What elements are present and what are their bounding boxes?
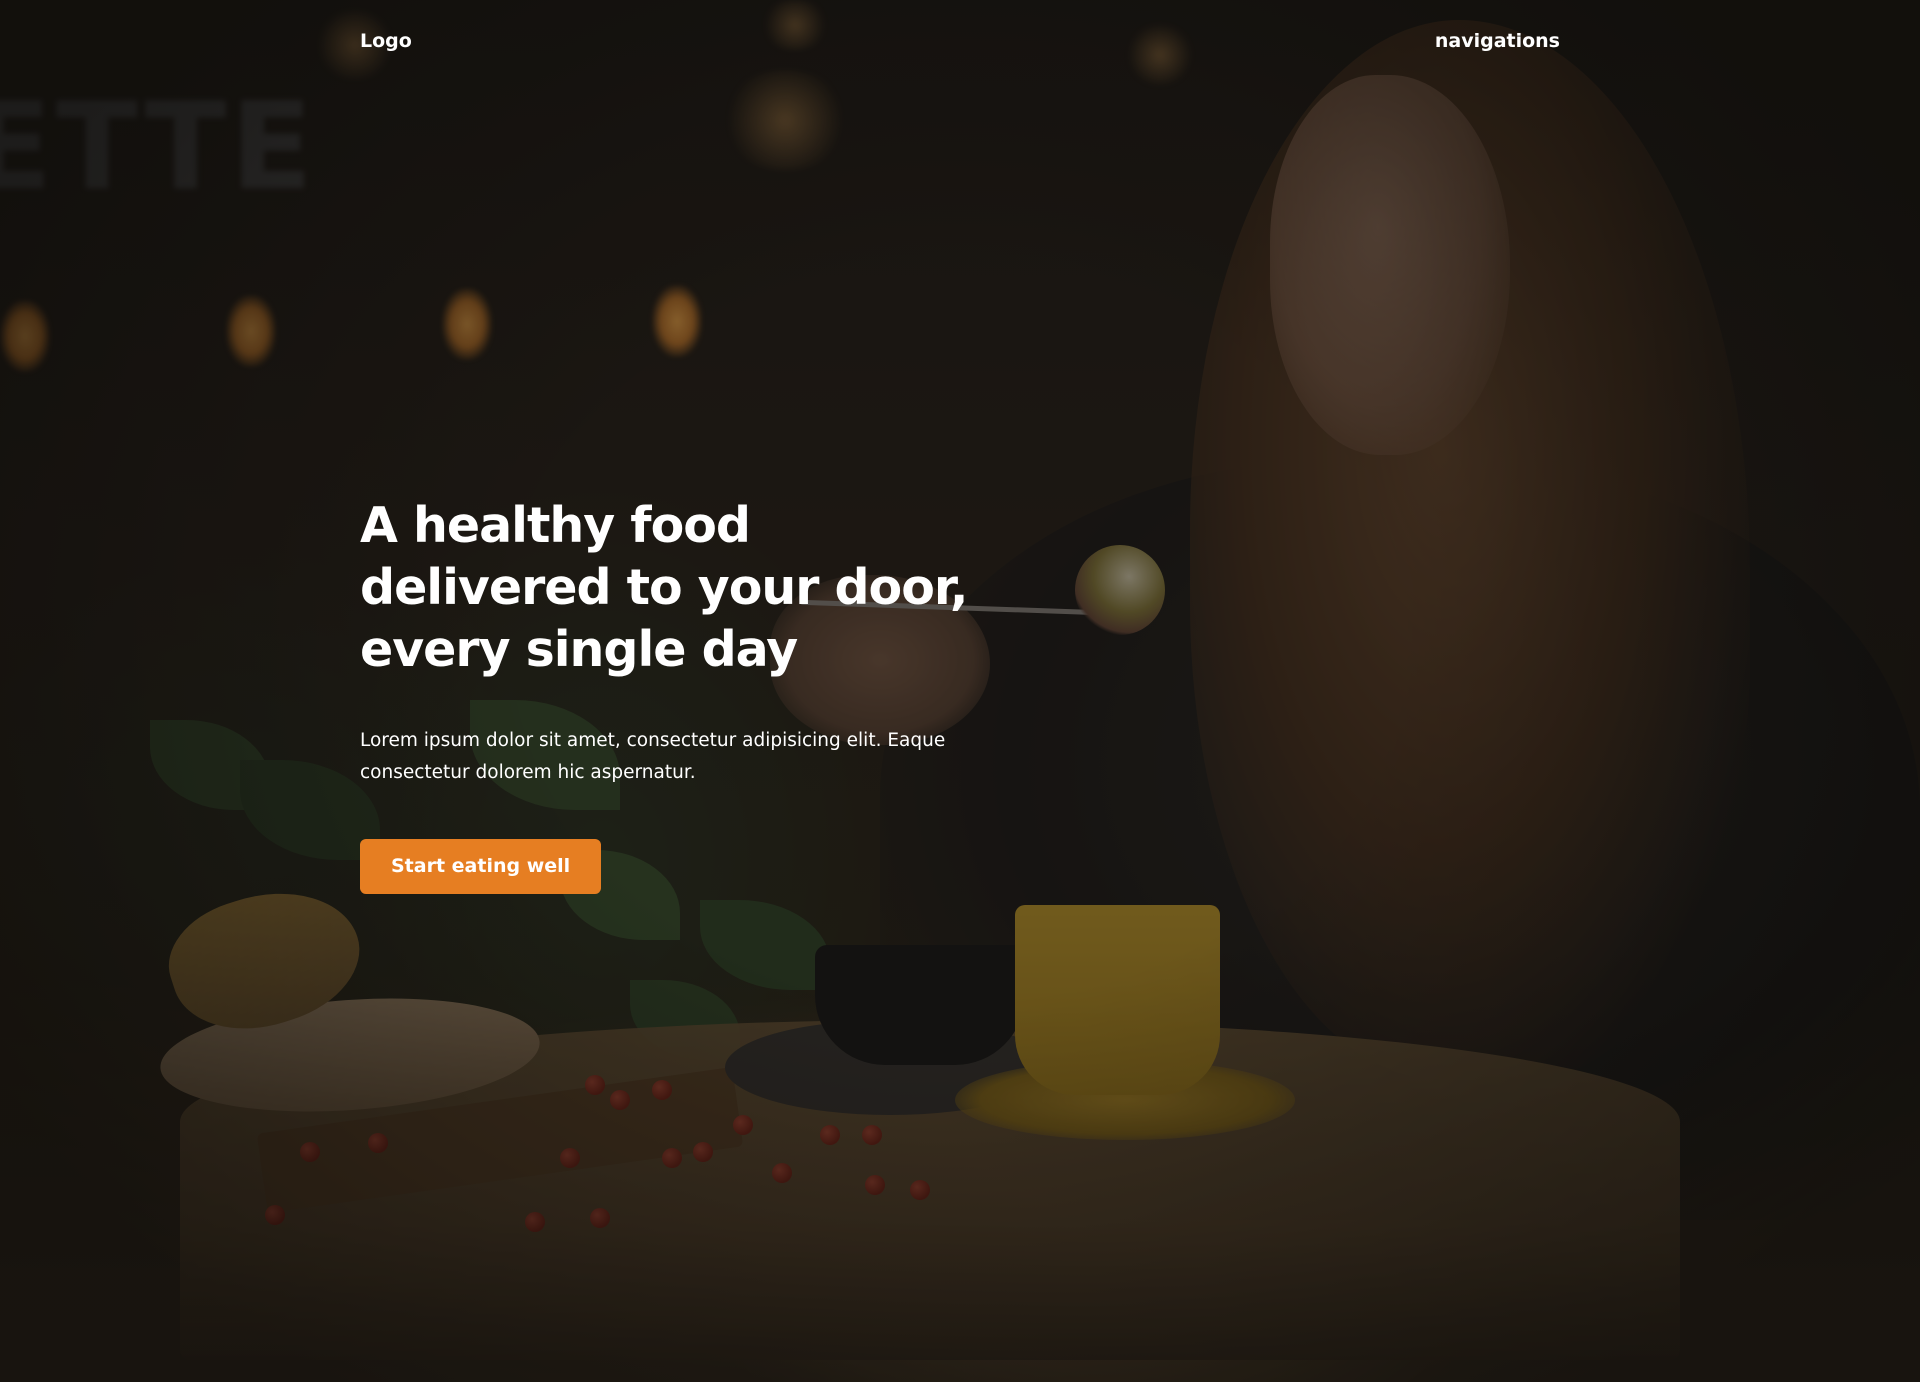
start-eating-well-button[interactable]: Start eating well [360, 839, 602, 894]
headline-line-1: A healthy food [360, 497, 751, 554]
headline-line-2: delivered to your door, [360, 559, 968, 616]
hero-description: Lorem ipsum dolor sit amet, consectetur … [360, 730, 946, 783]
hero-section: ETTE [0, 0, 1920, 1382]
top-navigation-bar: Logo navigations [360, 30, 1560, 52]
logo-link[interactable]: Logo [360, 30, 412, 52]
hero-content: A healthy food delivered to your door, e… [360, 495, 1000, 894]
navigations-link[interactable]: navigations [1435, 30, 1560, 52]
hero-headline: A healthy food delivered to your door, e… [360, 495, 1000, 681]
headline-line-3: every single day [360, 621, 798, 678]
